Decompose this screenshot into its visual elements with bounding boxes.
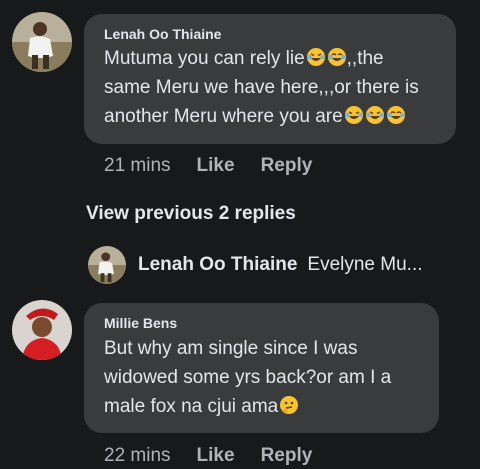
laughing-tears-emoji — [327, 47, 347, 67]
comment-line: widowed some yrs back?or am I a — [104, 367, 392, 388]
avatar-lenah[interactable] — [12, 12, 72, 72]
comment-line: another Meru where you are — [104, 102, 450, 131]
comment-meta: 21 mins Like Reply — [104, 155, 312, 177]
thinking-face-emoji — [279, 395, 299, 415]
reply-preview[interactable]: Lenah Oo Thiaine Evelyne Mu... — [88, 245, 423, 285]
comment-line: But why am single since I was — [104, 338, 358, 359]
comment-author[interactable]: Millie Bens — [104, 315, 177, 331]
reply-preview-snippet: Evelyne Mu... — [307, 254, 423, 275]
rolling-laughing-emoji — [365, 105, 385, 125]
comment-line: Mutuma you can rely lie ,,the — [104, 47, 384, 69]
reply-button[interactable]: Reply — [261, 445, 313, 466]
avatar-millie[interactable] — [12, 300, 72, 360]
comment-author[interactable]: Lenah Oo Thiaine — [104, 26, 221, 42]
view-previous-replies-link[interactable]: View previous 2 replies — [86, 203, 296, 225]
comment-timestamp: 22 mins — [104, 445, 171, 466]
like-button[interactable]: Like — [197, 445, 235, 466]
comment-line: same Meru we have here,,,or there is — [104, 77, 419, 98]
rolling-laughing-emoji — [306, 47, 326, 67]
avatar-lenah-small — [88, 246, 126, 284]
reply-preview-author: Lenah Oo Thiaine — [138, 254, 298, 275]
rolling-laughing-emoji — [344, 105, 364, 125]
comment-meta: 22 mins Like Reply — [104, 445, 312, 467]
comment-timestamp: 21 mins — [104, 155, 171, 176]
reply-button[interactable]: Reply — [261, 155, 313, 176]
comment-line: male fox na cjui ama — [104, 392, 434, 421]
comment-text: Mutuma you can rely lie ,,the same Meru w… — [104, 44, 450, 131]
comment-text: But why am single since I was widowed so… — [104, 334, 434, 421]
like-button[interactable]: Like — [197, 155, 235, 176]
laughing-tears-emoji — [386, 105, 406, 125]
